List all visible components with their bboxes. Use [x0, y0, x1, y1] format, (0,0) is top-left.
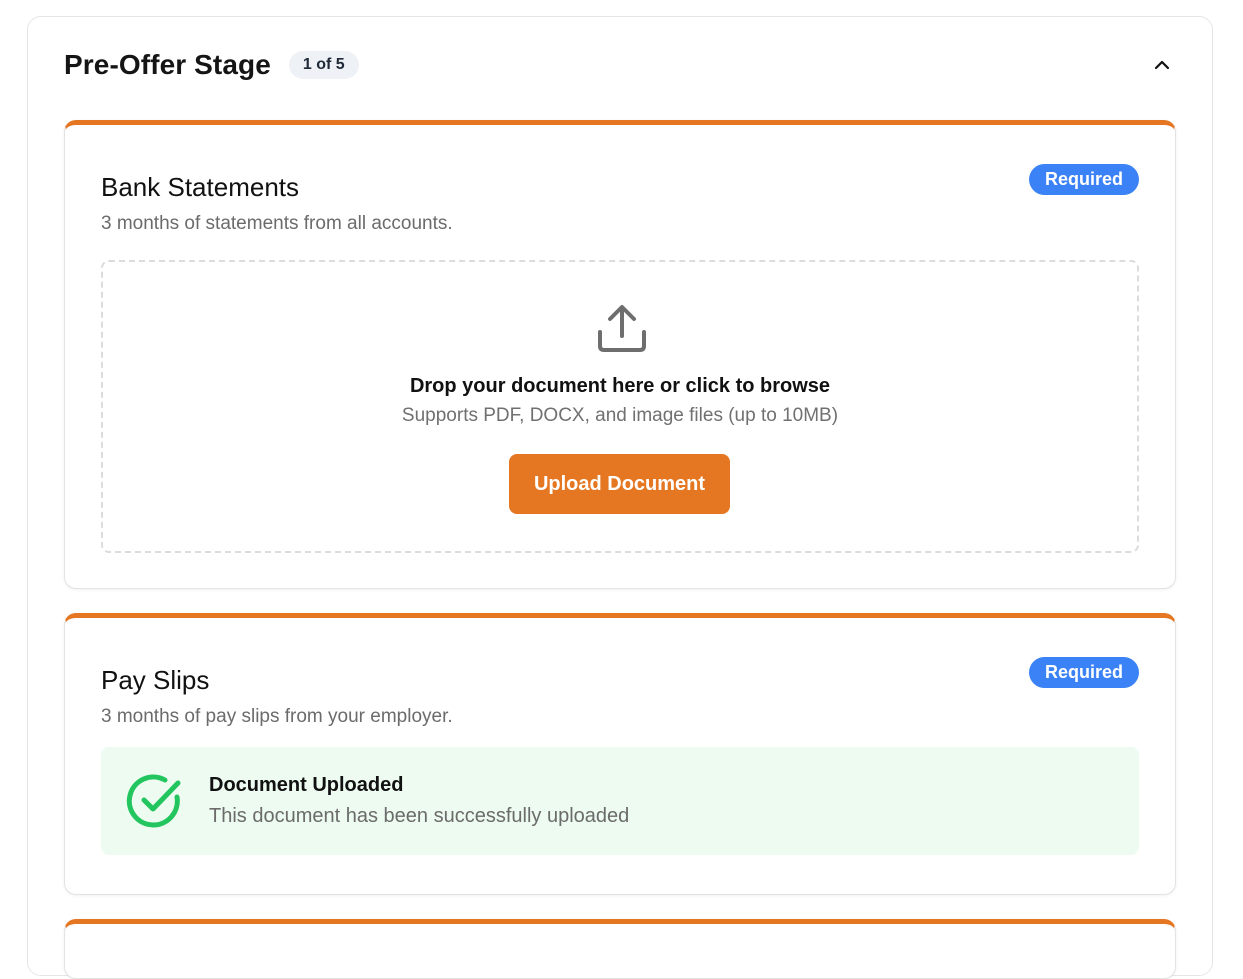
upload-success-message: Document Uploaded This document has been…	[101, 747, 1139, 855]
upload-document-button[interactable]: Upload Document	[509, 454, 730, 514]
document-dropzone[interactable]: Drop your document here or click to brow…	[101, 260, 1139, 553]
check-circle-icon	[126, 774, 181, 828]
success-subtitle: This document has been successfully uplo…	[209, 805, 630, 827]
stage-header[interactable]: Pre-Offer Stage 1 of 5	[64, 45, 1176, 85]
chevron-up-icon	[1154, 60, 1170, 70]
document-card-bank-statements: Bank Statements 3 months of statements f…	[64, 120, 1176, 589]
stage-title: Pre-Offer Stage	[64, 49, 271, 80]
document-card-next	[64, 919, 1176, 979]
upload-icon	[598, 305, 646, 352]
dropzone-subtitle: Supports PDF, DOCX, and image files (up …	[401, 405, 839, 426]
required-badge: Required	[1028, 164, 1139, 195]
stage-progress-badge: 1 of 5	[288, 51, 359, 79]
document-title: Bank Statements	[101, 172, 299, 202]
success-title: Document Uploaded	[209, 774, 404, 796]
pre-offer-stage-panel: Pre-Offer Stage 1 of 5 Bank Statements 3…	[27, 16, 1213, 979]
document-card-pay-slips: Pay Slips 3 months of pay slips from you…	[64, 613, 1176, 895]
dropzone-title: Drop your document here or click to brow…	[409, 375, 831, 397]
collapse-button[interactable]	[1148, 51, 1176, 79]
required-badge: Required	[1028, 657, 1139, 688]
document-title: Pay Slips	[101, 665, 210, 695]
document-description: 3 months of pay slips from your employer…	[101, 706, 453, 727]
document-description: 3 months of statements from all accounts…	[101, 213, 453, 234]
